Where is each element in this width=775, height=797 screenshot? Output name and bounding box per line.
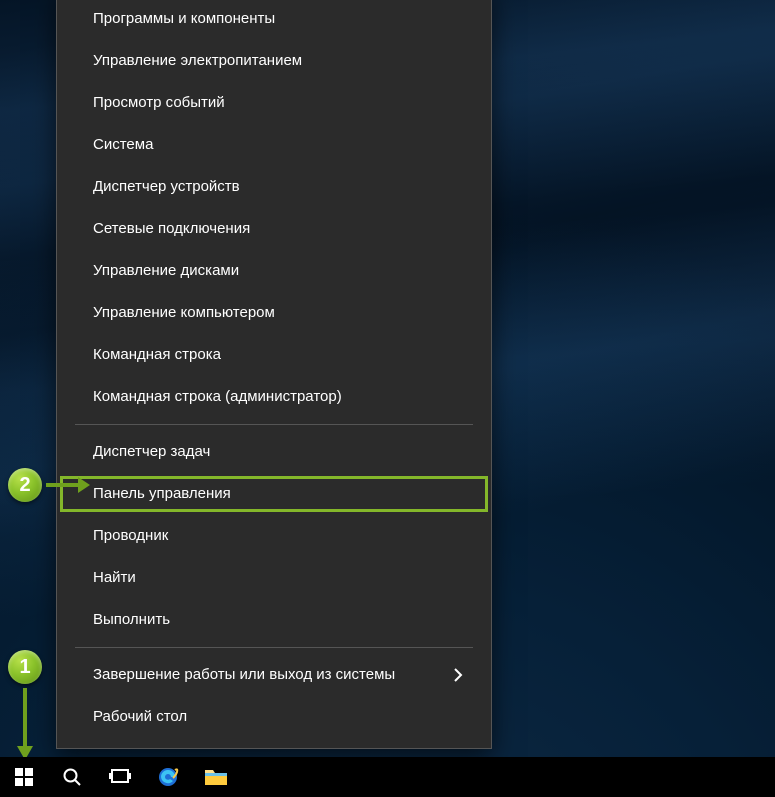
menu-item-label: Рабочий стол: [93, 708, 187, 726]
menu-item[interactable]: Сетевые подключения: [57, 208, 491, 250]
menu-item-label: Диспетчер задач: [93, 443, 210, 461]
menu-item-label: Выполнить: [93, 611, 170, 629]
menu-item[interactable]: Система: [57, 124, 491, 166]
start-button[interactable]: [0, 757, 48, 797]
menu-item[interactable]: Завершение работы или выход из системы: [57, 654, 491, 696]
menu-item-label: Панель управления: [93, 485, 231, 503]
winx-quick-menu: Программы и компоненты Управление электро…: [56, 0, 492, 749]
annotation-step-1: 1: [8, 650, 42, 760]
menu-item-label: Просмотр событий: [93, 94, 225, 112]
menu-separator: [75, 424, 473, 425]
menu-item[interactable]: Управление электропитанием: [57, 40, 491, 82]
menu-item-label: Командная строка (администратор): [93, 388, 342, 406]
menu-item[interactable]: Выполнить: [57, 599, 491, 641]
menu-item-label: Найти: [93, 569, 136, 587]
menu-item[interactable]: Рабочий стол: [57, 696, 491, 738]
search-icon: [62, 767, 82, 787]
menu-item[interactable]: Просмотр событий: [57, 82, 491, 124]
chevron-right-icon: [453, 667, 463, 683]
menu-item-label: Управление дисками: [93, 262, 239, 280]
annotation-bubble-1: 1: [8, 650, 42, 684]
menu-item[interactable]: Диспетчер задач: [57, 431, 491, 473]
arrow-down-icon: [15, 688, 35, 760]
menu-item-label: Проводник: [93, 527, 168, 545]
menu-item-label: Сетевые подключения: [93, 220, 250, 238]
folder-icon: [204, 767, 228, 787]
menu-item-label: Управление электропитанием: [93, 52, 302, 70]
menu-item-label: Командная строка: [93, 346, 221, 364]
taskbar: [0, 757, 775, 797]
menu-item-label: Завершение работы или выход из системы: [93, 666, 395, 684]
internet-explorer-button[interactable]: [144, 757, 192, 797]
menu-item-label: Система: [93, 136, 153, 154]
menu-item[interactable]: Проводник: [57, 515, 491, 557]
menu-item[interactable]: Командная строка (администратор): [57, 376, 491, 418]
annotation-bubble-2: 2: [8, 468, 42, 502]
menu-item[interactable]: Панель управления: [57, 473, 491, 515]
menu-item[interactable]: Программы и компоненты: [57, 0, 491, 40]
menu-item[interactable]: Найти: [57, 557, 491, 599]
menu-item-label: Диспетчер устройств: [93, 178, 240, 196]
task-view-icon: [109, 768, 131, 786]
task-view-button[interactable]: [96, 757, 144, 797]
menu-item-label: Программы и компоненты: [93, 10, 275, 28]
search-button[interactable]: [48, 757, 96, 797]
windows-logo-icon: [15, 768, 33, 786]
menu-item-label: Управление компьютером: [93, 304, 275, 322]
menu-item[interactable]: Диспетчер устройств: [57, 166, 491, 208]
menu-separator: [75, 647, 473, 648]
ie-icon: [156, 765, 180, 789]
menu-item[interactable]: Управление компьютером: [57, 292, 491, 334]
file-explorer-button[interactable]: [192, 757, 240, 797]
menu-item[interactable]: Командная строка: [57, 334, 491, 376]
menu-item[interactable]: Управление дисками: [57, 250, 491, 292]
